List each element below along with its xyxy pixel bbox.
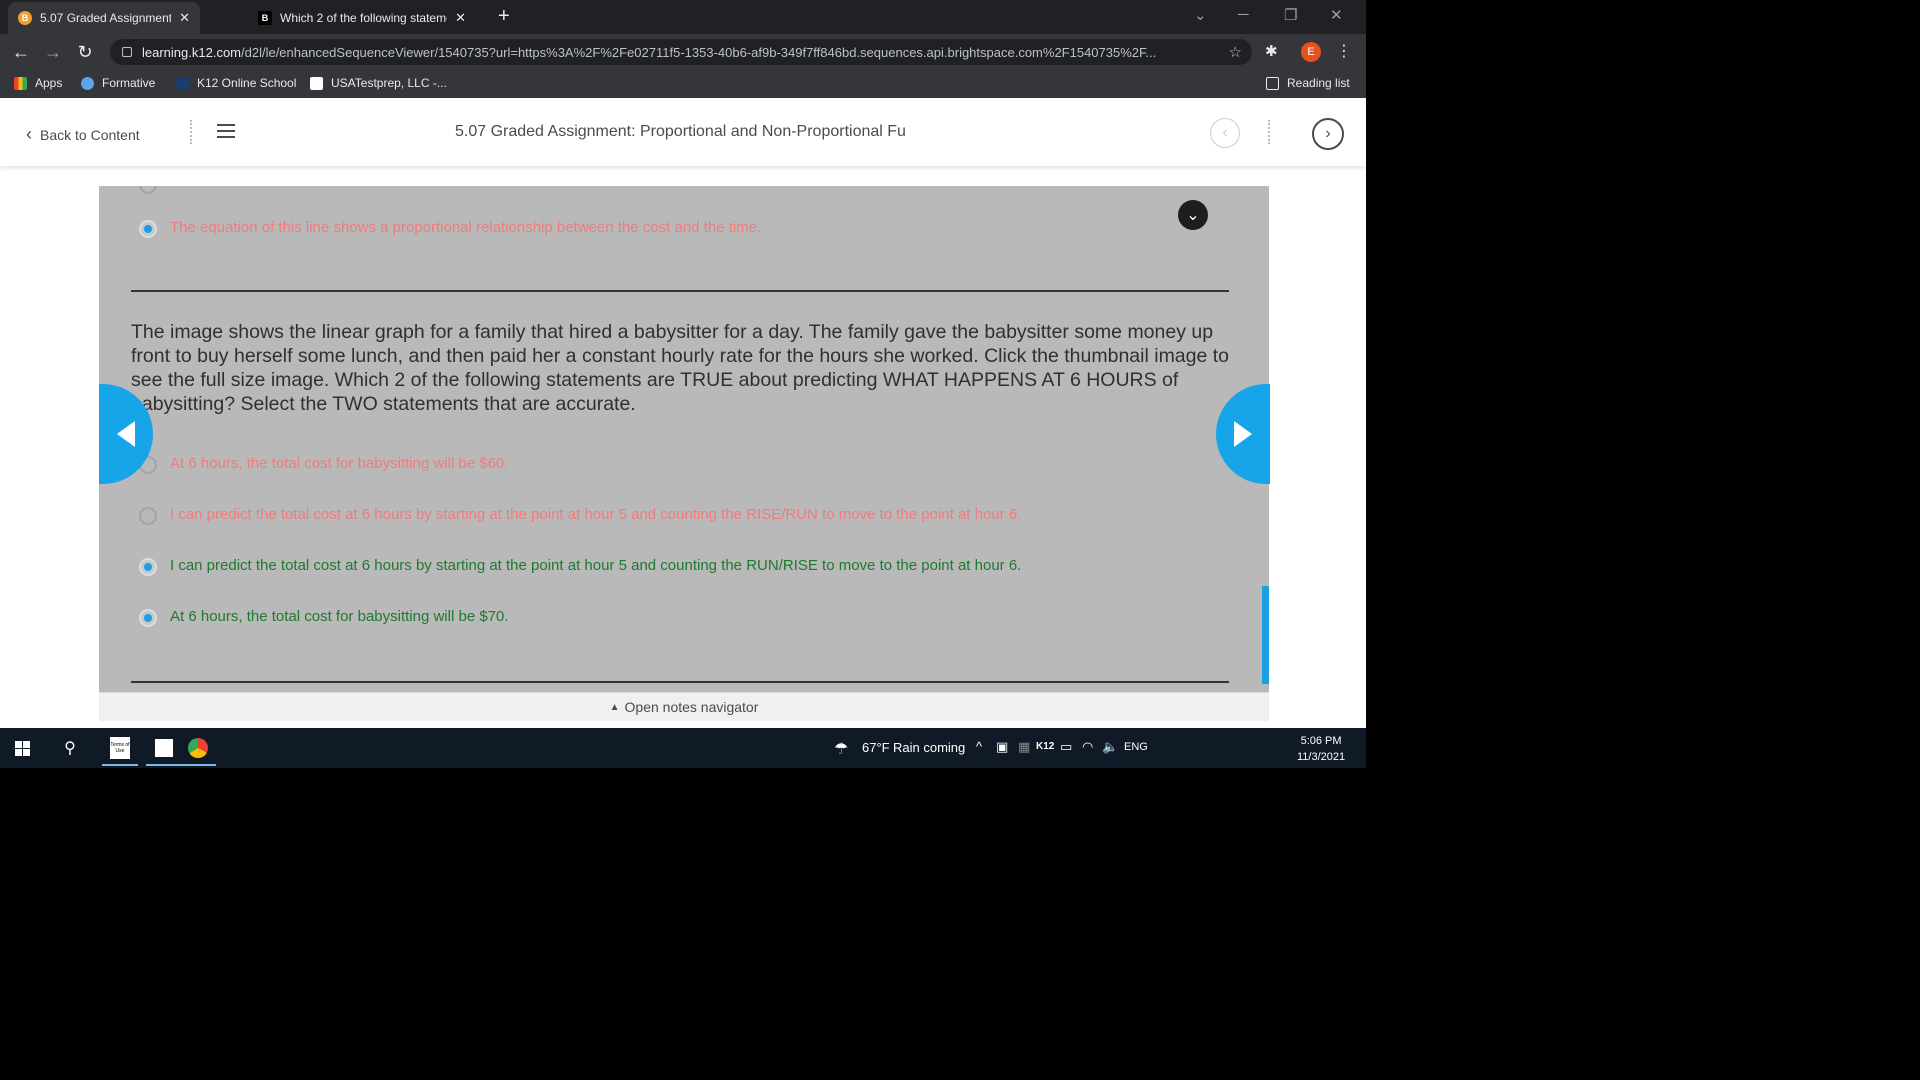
divider bbox=[1268, 120, 1270, 144]
profile-avatar[interactable]: E bbox=[1301, 42, 1321, 62]
terms-of-use-icon: Terms of Use bbox=[110, 737, 130, 759]
chevron-up-icon[interactable]: ^ bbox=[976, 739, 982, 754]
address-bar[interactable]: learning.k12.com/d2l/le/enhancedSequence… bbox=[110, 39, 1252, 65]
divider bbox=[131, 290, 1229, 292]
brightspace-favicon-icon: B bbox=[18, 11, 32, 25]
reading-list[interactable]: Reading list bbox=[1266, 76, 1350, 90]
divider bbox=[190, 120, 192, 144]
windows-taskbar: ⚲ Terms of Use ☂ 67°F Rain coming ^ ▣ ▦ … bbox=[0, 728, 1366, 768]
tab-title: Which 2 of the following stateme bbox=[280, 11, 448, 25]
weather-temp[interactable]: 67°F bbox=[862, 740, 890, 755]
start-button[interactable] bbox=[0, 728, 44, 768]
next-topic-button[interactable]: › bbox=[1312, 118, 1344, 150]
browser-menu-icon[interactable]: ⋮ bbox=[1336, 41, 1352, 61]
radio-button[interactable] bbox=[139, 186, 157, 194]
meet-now-icon[interactable]: ▣ bbox=[996, 739, 1008, 755]
back-arrow-icon[interactable]: ← bbox=[9, 40, 33, 64]
content-header: ‹ Back to Content 5.07 Graded Assignment… bbox=[0, 98, 1366, 166]
open-notes-navigator[interactable]: ▲ Open notes navigator bbox=[99, 692, 1269, 721]
security-icon[interactable]: ▦ bbox=[1018, 739, 1030, 755]
option-3-radio[interactable] bbox=[139, 558, 157, 576]
close-icon[interactable]: ✕ bbox=[455, 10, 466, 26]
bookmark-formative[interactable]: Formative bbox=[81, 76, 155, 90]
language-indicator[interactable]: ENG bbox=[1124, 741, 1148, 753]
tab-search-icon[interactable]: ⌄ bbox=[1194, 6, 1207, 24]
weather-text[interactable]: Rain coming bbox=[893, 740, 965, 755]
apps-grid-icon bbox=[14, 76, 27, 90]
battery-icon[interactable]: ▭ bbox=[1060, 739, 1072, 755]
divider bbox=[131, 681, 1229, 683]
k12-icon bbox=[176, 76, 189, 90]
minimize-icon[interactable]: ─ bbox=[1238, 6, 1249, 23]
active-indicator bbox=[102, 764, 138, 766]
quiz-review-panel: The equation of this line shows a propor… bbox=[99, 186, 1269, 692]
option-4-radio[interactable] bbox=[139, 609, 157, 627]
bookmark-k12[interactable]: K12 Online School bbox=[176, 76, 296, 90]
content-area: The equation of this line shows a propor… bbox=[0, 166, 1366, 728]
back-to-content-link[interactable]: ‹ Back to Content bbox=[26, 124, 140, 145]
chevron-down-icon[interactable]: ⌄ bbox=[1178, 200, 1208, 230]
previous-answer-text: The equation of this line shows a propor… bbox=[170, 219, 762, 236]
bookmark-apps[interactable]: Apps bbox=[14, 76, 62, 90]
option-4-text[interactable]: At 6 hours, the total cost for babysitti… bbox=[170, 608, 509, 625]
k12-tray-icon[interactable]: K12 bbox=[1036, 741, 1054, 752]
page-title: 5.07 Graded Assignment: Proportional and… bbox=[455, 123, 906, 140]
option-3-text[interactable]: I can predict the total cost at 6 hours … bbox=[170, 557, 1021, 574]
windows-logo-icon bbox=[14, 740, 30, 756]
close-icon[interactable]: ✕ bbox=[179, 10, 190, 26]
store-bag-icon bbox=[155, 739, 173, 757]
tab-which-2[interactable]: B Which 2 of the following stateme ✕ bbox=[248, 2, 476, 34]
volume-muted-icon[interactable]: 🔈 bbox=[1102, 739, 1118, 755]
wifi-icon[interactable]: ◠ bbox=[1082, 739, 1093, 755]
lock-icon bbox=[122, 47, 132, 57]
tab-graded-assignment[interactable]: B 5.07 Graded Assignment: Propor ✕ bbox=[8, 2, 200, 34]
hamburger-menu-icon[interactable] bbox=[217, 124, 235, 142]
window-close-icon[interactable]: ✕ bbox=[1330, 6, 1343, 24]
bookmark-usatestprep[interactable]: USATestprep, LLC -... bbox=[310, 76, 447, 90]
option-2-radio[interactable] bbox=[139, 507, 157, 525]
option-2-text[interactable]: I can predict the total cost at 6 hours … bbox=[170, 506, 1021, 523]
previous-topic-button[interactable]: ‹ bbox=[1210, 118, 1240, 148]
reading-list-icon bbox=[1266, 76, 1279, 90]
forward-arrow-icon[interactable]: → bbox=[41, 40, 65, 64]
extensions-puzzle-icon[interactable]: ✱ bbox=[1265, 42, 1278, 60]
new-tab-button[interactable]: + bbox=[498, 6, 510, 26]
screen: B 5.07 Graded Assignment: Propor ✕ B Whi… bbox=[0, 0, 1366, 768]
chevron-left-icon: ‹ bbox=[26, 124, 32, 144]
triangle-left-icon bbox=[117, 421, 135, 447]
radio-button-selected[interactable] bbox=[139, 220, 157, 238]
url-text[interactable]: learning.k12.com/d2l/le/enhancedSequence… bbox=[142, 45, 1229, 60]
clock[interactable]: 5:06 PM 11/3/2021 bbox=[1297, 733, 1345, 765]
bookmarks-bar: Apps Formative K12 Online School USATest… bbox=[0, 70, 1366, 99]
scrollbar-thumb[interactable] bbox=[1262, 586, 1269, 684]
usatestprep-icon bbox=[310, 76, 323, 90]
brainly-favicon-icon: B bbox=[258, 11, 272, 25]
tab-strip: B 5.07 Graded Assignment: Propor ✕ B Whi… bbox=[0, 0, 1366, 34]
restore-icon[interactable]: ❐ bbox=[1284, 6, 1297, 24]
reload-icon[interactable]: ↻ bbox=[73, 40, 97, 64]
active-indicator bbox=[180, 764, 216, 766]
option-1-text[interactable]: At 6 hours, the total cost for babysitti… bbox=[170, 455, 509, 472]
tab-title: 5.07 Graded Assignment: Propor bbox=[40, 11, 172, 25]
formative-icon bbox=[81, 76, 94, 90]
triangle-right-icon bbox=[1234, 421, 1252, 447]
triangle-up-icon: ▲ bbox=[609, 701, 620, 713]
terms-of-use-app[interactable]: Terms of Use bbox=[98, 728, 142, 768]
browser-toolbar: ← → ↻ learning.k12.com/d2l/le/enhancedSe… bbox=[0, 34, 1366, 70]
bookmark-star-icon[interactable]: ☆ bbox=[1229, 43, 1242, 61]
question-text: The image shows the linear graph for a f… bbox=[131, 321, 1230, 415]
umbrella-weather-icon[interactable]: ☂ bbox=[834, 739, 848, 759]
search-icon[interactable]: ⚲ bbox=[48, 728, 92, 768]
chrome-app[interactable] bbox=[176, 728, 220, 768]
chrome-icon bbox=[188, 738, 208, 758]
